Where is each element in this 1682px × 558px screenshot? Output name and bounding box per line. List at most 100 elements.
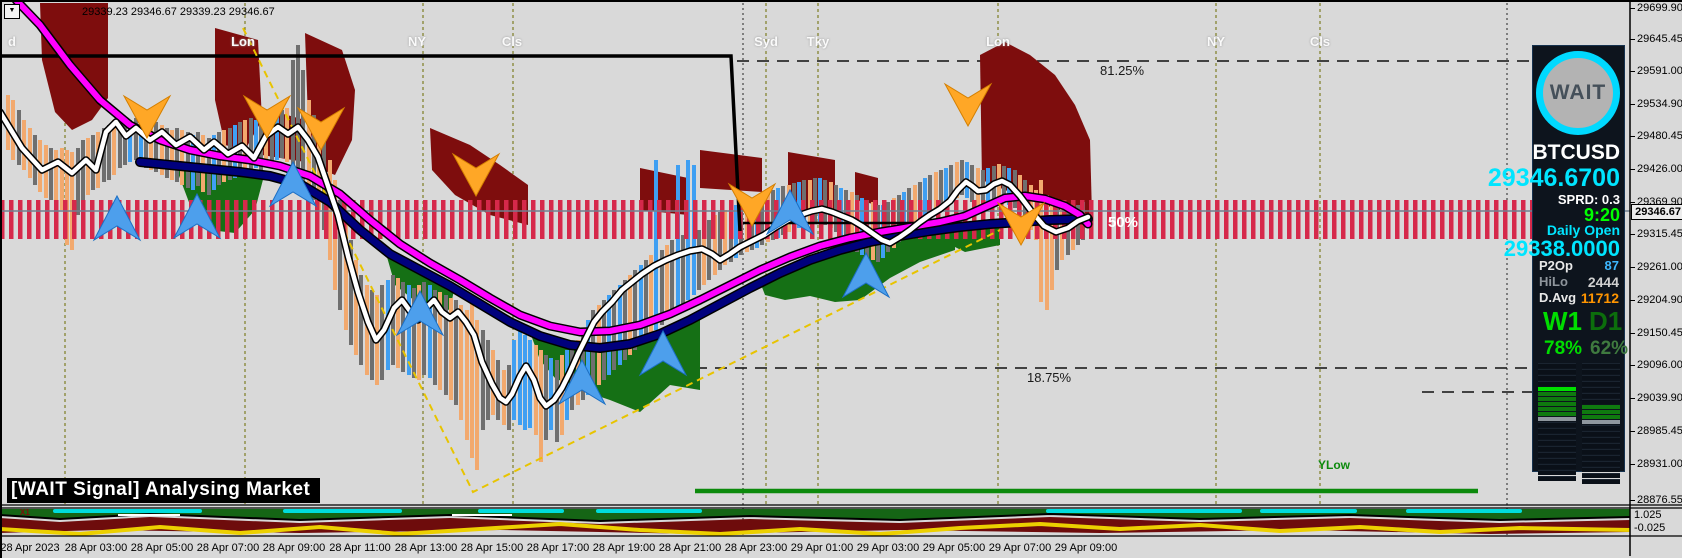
session-label: Tky [806,34,830,49]
fib-level-81-label: 81.25% [1100,63,1145,78]
stat-value: 11712 [1580,290,1619,306]
price-axis-label: 29315.45 [1637,228,1682,240]
time-axis-label: 28 Apr 13:00 [394,542,458,554]
price-axis-label: 29645.45 [1637,33,1682,45]
time-axis-label: 28 Apr 15:00 [460,542,524,554]
price-axis-tick [1630,136,1635,137]
gauge-segment [1582,437,1620,442]
time-axis-label: 28 Apr 19:00 [592,542,656,554]
price-axis-label: 29480.45 [1637,130,1682,142]
gauge-segment [1582,461,1620,466]
gauge-segment [1538,422,1576,427]
chart-canvas[interactable] [0,0,1682,558]
price-axis-label: 29591.00 [1637,65,1682,77]
price-axis-tick [1630,234,1635,235]
time-axis-label: 29 Apr 01:00 [790,542,854,554]
wait-signal-indicator: WAIT [1536,51,1620,135]
price-axis-tick [1630,39,1635,40]
price-axis-tick [1630,267,1635,268]
time-axis-label: 28 Apr 05:00 [130,542,194,554]
gauge-segment [1538,434,1576,439]
gauge-segment [1582,410,1620,414]
gauge-segment [1538,397,1576,401]
price-axis-tick [1630,71,1635,72]
stat-value: 2444 [1587,274,1619,290]
window-left-border [0,0,2,558]
d1-strength-gauge [1582,363,1620,485]
gauge-segment [1538,417,1576,421]
current-price-tag: 29346.67 [1631,204,1682,220]
price-axis-label: 29261.00 [1637,261,1682,273]
time-axis-label: 28 Apr 11:00 [329,542,391,554]
price-axis-label: 28985.45 [1637,425,1682,437]
gauge-segment [1538,392,1576,396]
gauge-segment [1538,458,1576,463]
price-axis-tick [1630,500,1635,501]
sub-indicator-label: X1 [20,508,30,517]
w1-strength-gauge [1538,363,1576,482]
stat-label: D.Avg [1539,290,1577,305]
session-label: NY [1206,34,1226,49]
ohlc-info-text: 29339.23 29346.67 29339.23 29346.67 [82,6,275,18]
signal-panel[interactable]: WAIT BTCUSD 29346.6700 SPRD: 0.3 9:20 Da… [1488,45,1629,484]
signal-status-banner: [WAIT Signal] Analysing Market [7,478,321,503]
sub-indicator-window[interactable] [0,509,1631,536]
price-axis-tick [1630,398,1635,399]
gauge-segment [1582,415,1620,419]
gauge-segment [1538,369,1576,374]
price-axis-label: 29204.90 [1637,294,1682,306]
gauge-segment [1538,407,1576,411]
sub-axis-label: -0.025 [1634,522,1666,534]
price-axis-tick [1630,104,1635,105]
gauge-segment [1582,375,1620,380]
symbol-name: BTCUSD [1532,141,1621,164]
gauge-segment [1538,428,1576,433]
price-axis-tick [1630,300,1635,301]
stat-row-hilo: HiLo 2444 [1539,274,1619,290]
gauge-segment [1582,405,1620,409]
gauge-segment [1538,464,1576,469]
session-label: Lon [231,34,255,49]
one-click-trading-dropdown-icon[interactable]: ▼ [4,4,20,19]
gauge-segment [1538,387,1576,391]
gauge-segment [1582,369,1620,374]
gauge-segment [1538,440,1576,445]
gauge-segment [1582,425,1620,430]
gauge-segment [1538,363,1576,368]
price-axis-label: 29699.90 [1637,2,1682,14]
gauge-segment [1538,476,1576,481]
price-axis-tick [1630,333,1635,334]
gauge-segment [1582,455,1620,460]
price-axis-tick [1630,202,1635,203]
timeframe-w1-percent: 78% [1544,338,1583,359]
gauge-segment [1582,381,1620,386]
gauge-segment [1538,452,1576,457]
gauge-segment [1582,449,1620,454]
time-axis-label: 29 Apr 09:00 [1054,542,1118,554]
gauge-segment [1582,393,1620,398]
session-label: Syd [754,34,778,49]
price-axis-label: 29426.00 [1637,163,1682,175]
price-axis-label: 28876.55 [1637,494,1682,506]
time-axis-label: 28 Apr 2023 [0,542,60,554]
sub-axis-label: 1.025 [1634,509,1662,521]
wait-signal-text: WAIT [1549,81,1607,104]
price-axis-label: 28931.00 [1637,458,1682,470]
price-axis-label: 29534.90 [1637,98,1682,110]
timeframe-w1-label: W1 [1543,306,1582,336]
fib-level-18-label: 18.75% [1027,370,1072,385]
gauge-segment [1582,443,1620,448]
gauge-segment [1538,381,1576,386]
stat-label: P2Op [1539,258,1573,273]
time-axis-label: 29 Apr 07:00 [988,542,1052,554]
timeframe-d1-percent: 62% [1590,338,1629,359]
time-axis-label: 28 Apr 03:00 [64,542,128,554]
price-axis-tick [1630,431,1635,432]
price-axis-tick [1630,464,1635,465]
time-axis-label: 28 Apr 23:00 [724,542,788,554]
time-axis-label: 29 Apr 05:00 [922,542,986,554]
gauge-segment [1538,412,1576,416]
price-axis-tick [1630,365,1635,366]
gauge-segment [1582,467,1620,472]
current-price-value: 29346.6700 [1487,164,1620,192]
